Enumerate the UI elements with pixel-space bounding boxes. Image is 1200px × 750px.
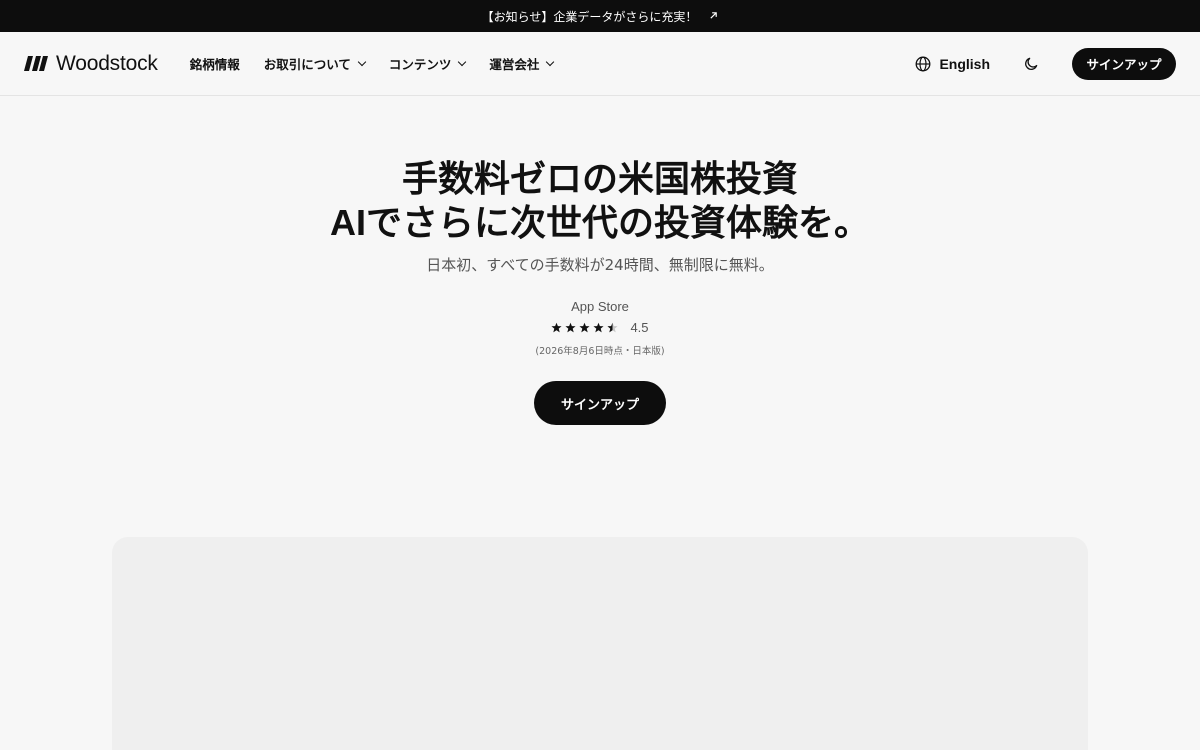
language-label: English <box>939 55 990 72</box>
brand-name: Woodstock <box>56 51 158 75</box>
star-icon <box>551 322 562 333</box>
hero-title-line1: 手数料ゼロの米国株投資 <box>401 159 798 200</box>
nav-contents[interactable]: コンテンツ <box>388 54 467 73</box>
star-icon <box>579 322 590 333</box>
app-rating: 4.5 <box>0 320 1200 335</box>
announcement-text[interactable]: 【お知らせ】企業データがさらに充実！ <box>482 8 698 25</box>
half-star-icon <box>607 322 618 333</box>
brand-logo[interactable]: Woodstock <box>24 52 158 76</box>
chevron-down-icon <box>458 57 467 66</box>
globe-icon <box>915 56 931 71</box>
site-header: Woodstock 銘柄情報 お取引について コンテンツ 運営会社 Englis… <box>0 32 1200 96</box>
rating-stars <box>551 322 618 333</box>
signup-button[interactable]: サインアップ <box>1072 47 1176 80</box>
hero-signup-button[interactable]: サインアップ <box>534 381 666 425</box>
nav-company[interactable]: 運営会社 <box>489 54 555 73</box>
hero-title-line2-rest: でさらに次世代の投資体験を。 <box>365 203 870 244</box>
chevron-down-icon <box>357 57 367 66</box>
star-icon <box>593 322 604 333</box>
nav-contents-label: コンテンツ <box>388 57 452 72</box>
hero-title: 手数料ゼロの米国株投資 AIでさらに次世代の投資体験を。 <box>0 158 1200 245</box>
woodstock-logo-icon <box>24 56 48 71</box>
chevron-down-icon <box>546 57 555 66</box>
app-preview-panel <box>112 537 1088 750</box>
nav-trading[interactable]: お取引について <box>263 54 367 73</box>
nav-stock-info-label: 銘柄情報 <box>189 57 240 72</box>
main-nav: 銘柄情報 お取引について コンテンツ 運営会社 <box>190 54 555 73</box>
hero-title-ai: AI <box>329 202 366 243</box>
star-icon <box>565 322 576 333</box>
nav-company-label: 運営会社 <box>489 57 540 72</box>
rating-value: 4.5 <box>630 320 649 335</box>
external-arrow-icon <box>709 11 718 22</box>
announcement-bar[interactable]: 【お知らせ】企業データがさらに充実！ <box>0 0 1200 32</box>
hero-subtitle: 日本初、すべての手数料が24時間、無制限に無料。 <box>426 256 774 274</box>
rating-note: (2026年8月6日時点・日本版) <box>535 346 665 357</box>
nav-stock-info[interactable]: 銘柄情報 <box>190 54 240 73</box>
moon-icon <box>1024 57 1037 70</box>
theme-toggle[interactable] <box>1022 55 1040 73</box>
app-store-label: App Store <box>571 299 629 314</box>
nav-trading-label: お取引について <box>263 57 351 72</box>
language-switcher[interactable]: English <box>915 56 990 72</box>
hero-title-line2: AIでさらに次世代の投資体験を。 <box>0 201 1200 245</box>
nav-actions: English サインアップ <box>915 47 1176 80</box>
